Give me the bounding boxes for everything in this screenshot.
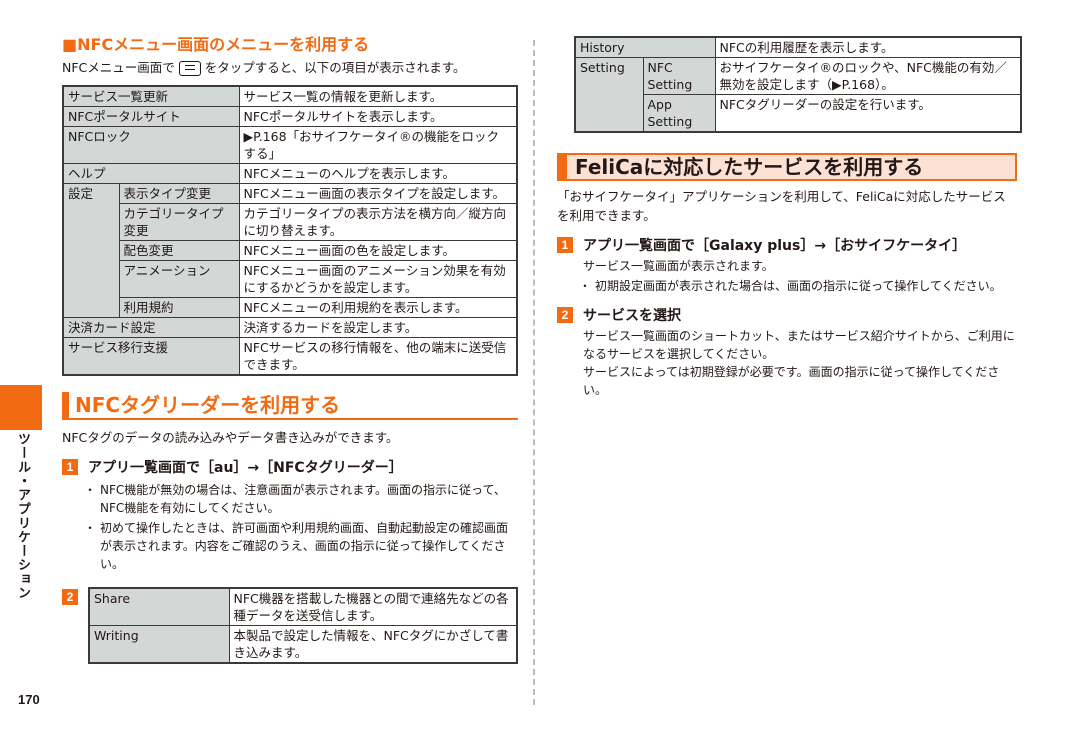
right-column: History NFCの利用履歴を表示します。 Setting NFC Sett… <box>557 36 1022 399</box>
row-key: 設定 <box>62 183 120 318</box>
nfc-tag-step-1: 1 アプリ一覧画面で［au］→［NFCタグリーダー］ <box>62 457 518 479</box>
step-number: 2 <box>557 307 573 323</box>
felica-step-1: 1 アプリ一覧画面で［Galaxy plus］→［おサイフケータイ］ <box>557 235 1017 257</box>
felica-heading-text: FeliCaに対応したサービスを利用する <box>575 155 924 179</box>
intro-before: NFCメニュー画面で <box>62 60 175 75</box>
row-key: サービス移行支援 <box>62 337 240 376</box>
nfc-tag-step-2: 2 Share NFC機器を搭載した機器との間で連絡先などの各種データを送受信し… <box>62 587 518 664</box>
row-value: NFCポータルサイトを表示します。 <box>238 106 518 127</box>
table-row: NFCポータルサイト NFCポータルサイトを表示します。 <box>62 106 518 127</box>
felica-intro: 「おサイフケータイ」アプリケーションを利用して、FeliCaに対応したサービスを… <box>557 189 1006 223</box>
step-body-text: サービス一覧画面のショートカット、またはサービス紹介サイトから、ご利用になるサー… <box>583 329 1015 361</box>
table-row: 利用規約 NFCメニューの利用規約を表示します。 <box>63 297 518 318</box>
row-value: NFCメニュー画面の表示タイプを設定します。 <box>238 183 518 204</box>
row-key: Setting <box>574 57 644 133</box>
row-value: NFCメニューのヘルプを表示します。 <box>238 163 518 184</box>
step-title: サービスを選択 <box>583 308 681 324</box>
row-value: カテゴリータイプの表示方法を横方向／縦方向に切り替えます。 <box>238 203 518 241</box>
row-value: 本製品で設定した情報を、NFCタグにかざして書き込みます。 <box>228 625 518 664</box>
row-value: NFCメニューの利用規約を表示します。 <box>238 297 518 318</box>
row-key: NFCポータルサイト <box>62 106 240 127</box>
table-row: Writing 本製品で設定した情報を、NFCタグにかざして書き込みます。 <box>88 625 518 664</box>
row-subkey: カテゴリータイプ変更 <box>118 203 240 241</box>
row-value: NFCタグリーダーの設定を行います。 <box>714 94 1022 133</box>
nfc-menu-heading: ■NFCメニュー画面のメニューを利用する <box>62 35 370 54</box>
row-subkey: NFC Setting <box>642 57 716 95</box>
step-number: 1 <box>557 237 573 253</box>
chapter-tab <box>0 385 42 430</box>
row-value: サービス一覧の情報を更新します。 <box>238 85 518 107</box>
heading-accent-bar <box>557 155 567 179</box>
row-value: NFC機器を搭載した機器との間で連絡先などの各種データを送受信します。 <box>228 587 518 626</box>
row-subkey: アニメーション <box>118 260 240 298</box>
row-key: NFCロック <box>62 126 240 164</box>
chapter-label: ツール・アプリケーション <box>15 432 30 600</box>
nfc-tag-intro: NFCタグのデータの読み込みやデータ書き込みができます。 <box>62 430 399 445</box>
table-row: History NFCの利用履歴を表示します。 <box>574 36 1022 58</box>
step-number: 2 <box>62 589 78 605</box>
table-row: 決済カード設定 決済するカードを設定します。 <box>62 317 518 338</box>
table-row: NFCロック ▶P.168「おサイフケータイ®の機能をロックする」 <box>62 126 518 164</box>
row-key: ヘルプ <box>62 163 240 184</box>
table-row: Setting NFC Setting おサイフケータイ®のロックや、NFC機能… <box>574 57 1022 133</box>
step-body: NFC機能が無効の場合は、注意画面が表示されます。画面の指示に従って、NFC機能… <box>84 481 518 573</box>
step-body: サービス一覧画面のショートカット、またはサービス紹介サイトから、ご利用になるサー… <box>583 327 1017 399</box>
page-number: 170 <box>18 692 40 707</box>
column-divider <box>533 40 535 705</box>
row-value: 決済するカードを設定します。 <box>238 317 518 338</box>
step-body-text: サービスによっては初期登録が必要です。画面の指示に従って操作してください。 <box>583 365 1000 397</box>
row-value-link[interactable]: おサイフケータイ®のロックや、NFC機能の有効／無効を設定します（▶P.168）… <box>714 57 1022 95</box>
table-row: サービス移行支援 NFCサービスの移行情報を、他の端末に送受信できます。 <box>62 337 518 376</box>
row-key: 決済カード設定 <box>62 317 240 338</box>
nfc-menu-intro: NFCメニュー画面で をタップすると、以下の項目が表示されます。 <box>62 58 518 77</box>
step-number: 1 <box>62 459 78 475</box>
heading-accent-bar <box>62 392 69 418</box>
menu-key-icon <box>178 61 201 76</box>
nfc-tag-options-table-continued: History NFCの利用履歴を表示します。 Setting NFC Sett… <box>574 36 1022 133</box>
row-subkey: App Setting <box>642 94 716 133</box>
table-row: 設定 表示タイプ変更 NFCメニュー画面の表示タイプを設定します。 <box>62 183 518 318</box>
step-body-text: サービス一覧画面が表示されます。 <box>583 259 774 273</box>
row-subkey: 表示タイプ変更 <box>118 183 240 204</box>
left-column: ■NFCメニュー画面のメニューを利用する NFCメニュー画面で をタップすると、以… <box>62 34 518 664</box>
step-body: サービス一覧画面が表示されます。 初期設定画面が表示された場合は、画面の指示に従… <box>579 257 1017 295</box>
bullet-item: 初めて操作したときは、許可画面や利用規約画面、自動起動設定の確認画面が表示されま… <box>84 519 518 573</box>
row-key: History <box>574 36 716 58</box>
bullet-item: NFC機能が無効の場合は、注意画面が表示されます。画面の指示に従って、NFC機能… <box>84 481 518 517</box>
row-value: NFCメニュー画面の色を設定します。 <box>238 240 518 261</box>
row-subkey: 利用規約 <box>118 297 240 318</box>
row-key: Share <box>88 587 230 626</box>
table-row: サービス一覧更新 サービス一覧の情報を更新します。 <box>62 85 518 107</box>
nfc-tag-section-heading: NFCタグリーダーを利用する <box>62 392 518 420</box>
row-value: NFCサービスの移行情報を、他の端末に送受信できます。 <box>238 337 518 376</box>
row-value: NFCメニュー画面のアニメーション効果を有効にするかどうかを設定します。 <box>238 260 518 298</box>
nfc-menu-table: サービス一覧更新 サービス一覧の情報を更新します。 NFCポータルサイト NFC… <box>62 85 518 376</box>
table-row: 配色変更 NFCメニュー画面の色を設定します。 <box>63 240 518 261</box>
table-row: アニメーション NFCメニュー画面のアニメーション効果を有効にするかどうかを設定… <box>63 260 518 298</box>
felica-step-2: 2 サービスを選択 <box>557 305 1017 327</box>
table-row: カテゴリータイプ変更 カテゴリータイプの表示方法を横方向／縦方向に切り替えます。 <box>63 203 518 241</box>
row-subkey: 配色変更 <box>118 240 240 261</box>
row-value: NFCの利用履歴を表示します。 <box>714 36 1022 58</box>
intro-after: をタップすると、以下の項目が表示されます。 <box>204 60 466 75</box>
nfc-tag-heading-text: NFCタグリーダーを利用する <box>75 393 341 417</box>
row-value-link[interactable]: ▶P.168「おサイフケータイ®の機能をロックする」 <box>238 126 518 164</box>
step-title: アプリ一覧画面で［au］→［NFCタグリーダー］ <box>88 460 403 476</box>
bullet-item: 初期設定画面が表示された場合は、画面の指示に従って操作してください。 <box>579 277 1017 295</box>
row-key: Writing <box>88 625 230 664</box>
row-key: サービス一覧更新 <box>62 85 240 107</box>
step-title: アプリ一覧画面で［Galaxy plus］→［おサイフケータイ］ <box>583 238 967 254</box>
felica-section-heading: FeliCaに対応したサービスを利用する <box>557 153 1017 181</box>
table-row: ヘルプ NFCメニューのヘルプを表示します。 <box>62 163 518 184</box>
nfc-tag-options-table: Share NFC機器を搭載した機器との間で連絡先などの各種データを送受信します… <box>88 587 518 664</box>
table-row: Share NFC機器を搭載した機器との間で連絡先などの各種データを送受信します… <box>88 587 518 626</box>
